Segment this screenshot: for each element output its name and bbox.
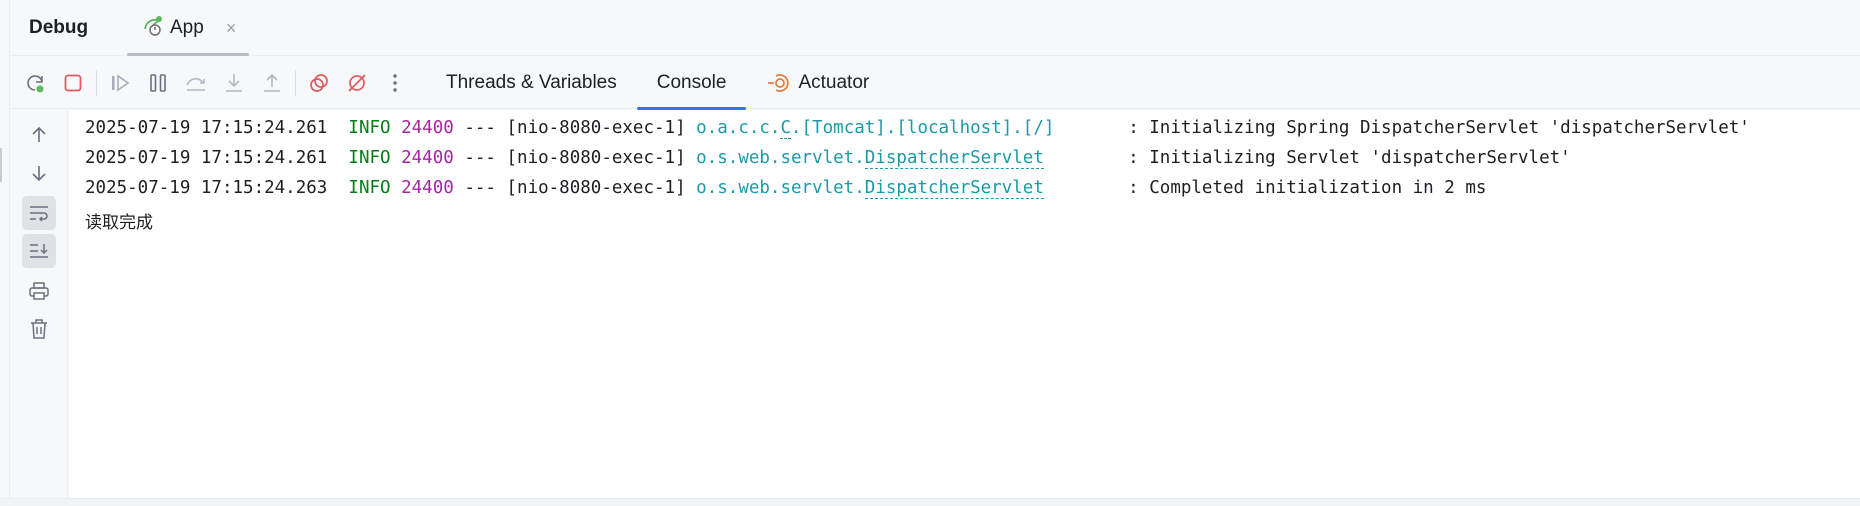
debug-toolbar: Threads & Variables Console Actuator [10, 57, 1860, 110]
pause-button[interactable] [139, 64, 177, 102]
scroll-down-button[interactable] [22, 156, 56, 190]
log-timestamp: 2025-07-19 17:15:24.261 [85, 118, 328, 138]
logger-prefix: o.a.c.c. [696, 118, 781, 138]
print-icon [29, 282, 49, 300]
soft-wrap-icon [30, 206, 48, 222]
tool-strip-marker [0, 148, 2, 182]
tab-actuator-label: Actuator [798, 71, 870, 93]
logger-class-link[interactable]: C [780, 118, 792, 139]
log-thread: [nio-8080-exec-1] [506, 178, 686, 198]
log-timestamp: 2025-07-19 17:15:24.263 [85, 178, 328, 198]
arrow-up-icon [32, 126, 46, 142]
resume-icon [112, 73, 130, 92]
spring-run-icon [142, 15, 164, 42]
log-level: INFO [348, 178, 391, 198]
log-message: : Completed initialization in 2 ms [1128, 178, 1487, 198]
tab-threads-variables-label: Threads & Variables [446, 71, 617, 93]
console-side-toolbar [10, 110, 68, 498]
tab-threads-variables[interactable]: Threads & Variables [426, 57, 637, 109]
mute-breakpoints-icon [348, 73, 366, 92]
log-logger: o.a.c.c.C.[Tomcat].[localhost].[/] [696, 118, 1054, 139]
log-timestamp: 2025-07-19 17:15:24.261 [85, 148, 328, 168]
bottom-edge [0, 498, 1860, 506]
log-pid: 24400 [401, 178, 454, 198]
close-icon[interactable]: × [226, 18, 237, 39]
log-line: 2025-07-19 17:15:24.261 INFO 24400 --- [… [85, 118, 1750, 139]
left-tool-strip [0, 0, 10, 506]
toolbar-separator [295, 69, 296, 96]
log-separator: --- [464, 118, 496, 138]
rerun-icon [27, 74, 44, 92]
stop-button[interactable] [54, 64, 92, 102]
stop-icon [64, 74, 82, 91]
log-pid: 24400 [401, 118, 454, 138]
rerun-button[interactable] [16, 64, 54, 102]
toolbar-separator [96, 69, 97, 96]
more-vertical-icon [393, 73, 397, 92]
view-breakpoints-icon [310, 73, 328, 92]
arrow-down-icon [32, 166, 46, 182]
logger-suffix: .[Tomcat].[localhost].[/] [791, 118, 1055, 138]
soft-wrap-button[interactable] [22, 196, 56, 230]
log-message: : Initializing Spring DispatcherServlet … [1128, 118, 1750, 138]
log-message: : Initializing Servlet 'dispatcherServle… [1128, 148, 1571, 168]
log-thread: [nio-8080-exec-1] [506, 148, 686, 168]
mute-breakpoints-button[interactable] [338, 64, 376, 102]
log-separator: --- [464, 178, 496, 198]
stdout-line: 读取完成 [85, 213, 153, 233]
view-breakpoints-button[interactable] [300, 64, 338, 102]
logger-prefix: o.s.web.servlet. [696, 178, 865, 198]
console-output[interactable]: 2025-07-19 17:15:24.261 INFO 24400 --- [… [69, 110, 1860, 498]
scroll-to-end-button[interactable] [22, 234, 56, 268]
actuator-icon [766, 71, 790, 95]
step-into-icon [226, 73, 242, 92]
log-level: INFO [348, 118, 391, 138]
tab-app[interactable]: App × [118, 0, 249, 56]
step-out-icon [264, 73, 280, 92]
pause-icon [150, 73, 166, 92]
log-pid: 24400 [401, 148, 454, 168]
log-line: 2025-07-19 17:15:24.263 INFO 24400 --- [… [85, 178, 1487, 199]
log-logger: o.s.web.servlet.DispatcherServlet [696, 178, 1044, 199]
tab-active-indicator [127, 53, 249, 56]
logger-prefix: o.s.web.servlet. [696, 148, 865, 168]
scroll-to-end-icon [30, 244, 48, 258]
step-over-icon [186, 77, 205, 91]
debug-tool-window-header: Debug App × [10, 0, 1860, 56]
logger-class-link[interactable]: DispatcherServlet [864, 178, 1044, 199]
step-out-button[interactable] [253, 64, 291, 102]
print-button[interactable] [22, 274, 56, 308]
trash-icon [31, 319, 47, 339]
step-into-button[interactable] [215, 64, 253, 102]
tool-window-title: Debug [29, 16, 89, 38]
clear-all-button[interactable] [22, 312, 56, 346]
tab-actuator[interactable]: Actuator [746, 57, 889, 109]
resume-button[interactable] [101, 64, 139, 102]
log-level: INFO [348, 148, 391, 168]
tab-app-label: App [170, 17, 204, 38]
log-thread: [nio-8080-exec-1] [506, 118, 686, 138]
more-button[interactable] [376, 64, 414, 102]
log-separator: --- [464, 148, 496, 168]
logger-class-link[interactable]: DispatcherServlet [864, 148, 1044, 169]
tab-console[interactable]: Console [636, 57, 747, 110]
log-logger: o.s.web.servlet.DispatcherServlet [696, 148, 1044, 169]
tab-console-label: Console [656, 71, 727, 93]
scroll-up-button[interactable] [22, 118, 56, 152]
step-over-button[interactable] [177, 64, 215, 102]
log-line: 2025-07-19 17:15:24.261 INFO 24400 --- [… [85, 148, 1571, 169]
